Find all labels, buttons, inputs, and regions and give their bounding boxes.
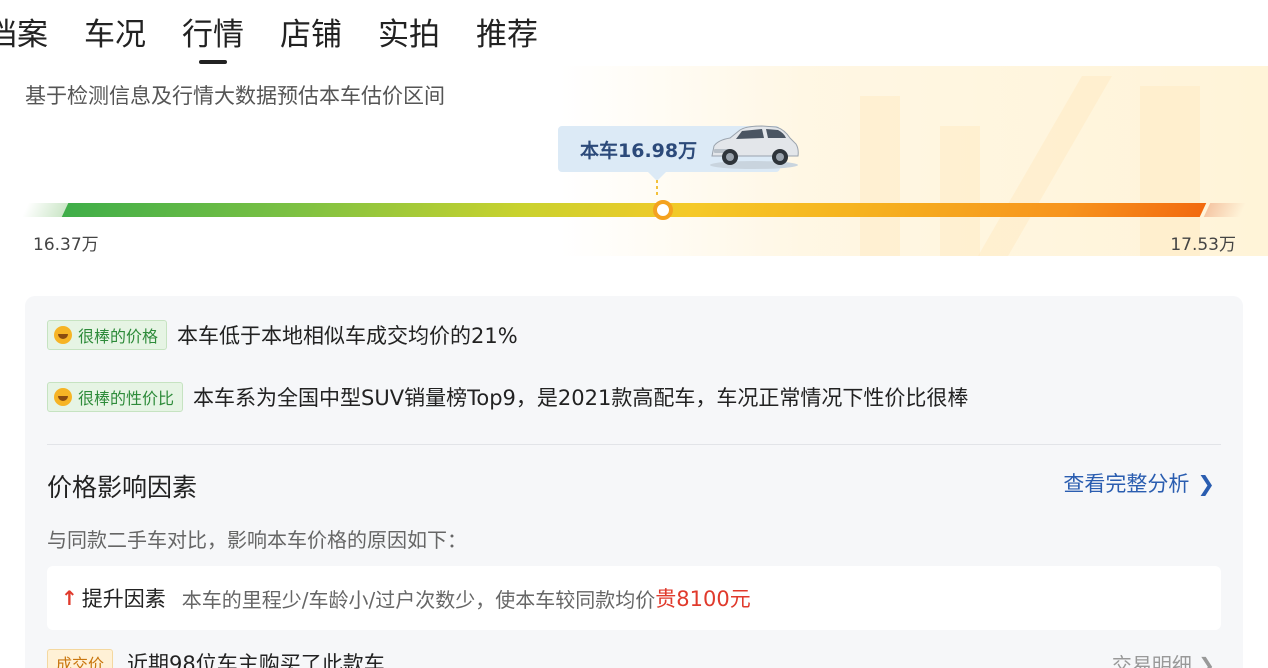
tab-market[interactable]: 行情: [182, 14, 244, 64]
up-factor-text: 本车的里程少/车龄小/过户次数少，使本车较同款均价: [181, 587, 656, 612]
up-factor-label: 提升因素: [81, 587, 166, 611]
deal-details-label: 交易明细: [1111, 652, 1192, 668]
highlight-row: 很棒的性价比 本车系为全国中型SUV销量榜Top9，是2021款高配车，车况正常…: [47, 382, 968, 412]
highlight-text: 本车系为全国中型SUV销量榜Top9，是2021款高配车，车况正常情况下性价比很…: [193, 386, 969, 410]
analysis-card: 很棒的价格 本车低于本地相似车成交均价的21% 很棒的性价比 本车系为全国中型S…: [25, 296, 1243, 668]
highlight-badge-label: 很棒的性价比: [78, 389, 175, 408]
highlight-row: 很棒的价格 本车低于本地相似车成交均价的21%: [47, 320, 518, 350]
factors-description: 与同款二手车对比，影响本车价格的原因如下：: [47, 528, 467, 552]
up-factor-amount: 贵8100元: [655, 587, 751, 611]
tab-condition[interactable]: 车况: [84, 14, 146, 56]
factors-title: 价格影响因素: [47, 473, 198, 502]
highlight-badge: 很棒的性价比: [47, 382, 184, 412]
price-pointer-line: [656, 180, 658, 198]
deal-badge-label: 成交价: [56, 655, 105, 668]
deal-text: 近期98位车主购买了此款车: [127, 652, 385, 668]
range-low-label: 16.37万: [33, 235, 99, 255]
highlight-badge-label: 很棒的价格: [78, 327, 159, 346]
deal-badge: 成交价: [47, 649, 114, 668]
up-factor-box: ↑ 提升因素 本车的里程少/车龄小/过户次数少，使本车较同款均价 贵8100元: [47, 566, 1221, 630]
current-price-tag: 本车16.98万: [558, 125, 799, 181]
deal-row: 成交价 近期98位车主购买了此款车 交易明细 ❯: [47, 648, 1221, 668]
highlight-badge: 很棒的价格: [47, 320, 168, 350]
view-full-analysis-label: 查看完整分析: [1063, 472, 1190, 496]
tab-bar: 档案 车况 行情 店铺 实拍 推荐: [0, 14, 574, 64]
smile-icon: [54, 388, 72, 406]
view-full-analysis-link[interactable]: 查看完整分析 ❯: [1063, 468, 1215, 498]
car-icon: [710, 125, 799, 169]
tab-photos[interactable]: 实拍: [378, 14, 440, 56]
tab-archive[interactable]: 档案: [0, 14, 48, 56]
arrow-up-icon: ↑: [61, 586, 78, 610]
divider: [47, 444, 1221, 445]
chevron-right-icon: ❯: [1197, 472, 1215, 496]
deal-details-link[interactable]: 交易明细 ❯: [1112, 649, 1215, 668]
tab-store[interactable]: 店铺: [280, 14, 342, 56]
range-high-label: 17.53万: [1170, 235, 1236, 255]
current-price-label: 本车16.98万: [580, 139, 698, 162]
price-range-bar: [21, 203, 1247, 219]
tab-recommend[interactable]: 推荐: [476, 14, 538, 56]
smile-icon: [54, 326, 72, 344]
estimate-subtitle: 基于检测信息及行情大数据预估本车估价区间: [25, 84, 445, 108]
highlight-text: 本车低于本地相似车成交均价的21%: [177, 324, 518, 348]
